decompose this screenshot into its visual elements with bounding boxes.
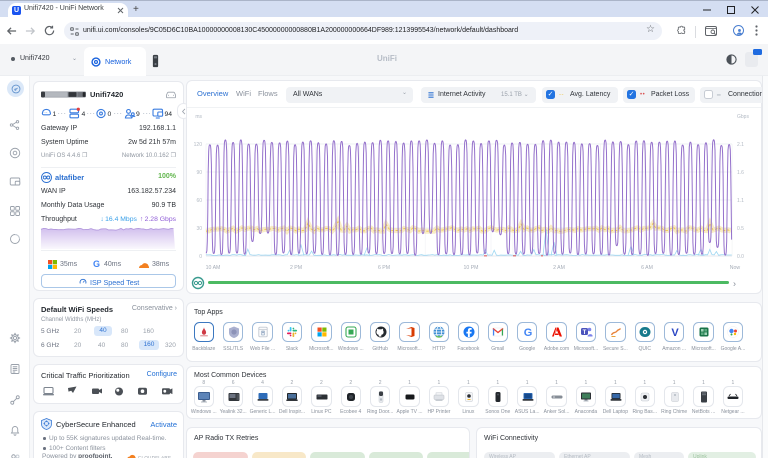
svg-text:6 PM: 6 PM	[378, 265, 390, 271]
svg-text:T: T	[583, 330, 587, 336]
svg-text:1.6: 1.6	[737, 170, 744, 176]
svg-text:60: 60	[196, 198, 202, 204]
svg-text:6 AM: 6 AM	[641, 265, 653, 271]
svg-text:1: 1	[53, 111, 57, 118]
svg-text:9: 9	[136, 111, 140, 118]
svg-text:10 AM: 10 AM	[206, 265, 221, 271]
svg-text:2 PM: 2 PM	[290, 265, 302, 271]
svg-text:›: ›	[733, 279, 736, 289]
svg-text:V: V	[671, 327, 679, 339]
svg-text:0: 0	[108, 111, 112, 118]
svg-text:0.0: 0.0	[737, 254, 744, 260]
svg-text:0: 0	[199, 254, 202, 260]
svg-text:ms: ms	[195, 114, 202, 120]
svg-text:Now: Now	[730, 265, 741, 271]
svg-text:0.5: 0.5	[737, 226, 744, 232]
svg-text:10 PM: 10 PM	[464, 265, 479, 271]
svg-text:2 AM: 2 AM	[553, 265, 565, 271]
svg-text:G: G	[523, 327, 532, 339]
svg-text:2.1: 2.1	[737, 142, 744, 148]
svg-text:90: 90	[196, 170, 202, 176]
svg-text:30: 30	[196, 226, 202, 232]
svg-text:4: 4	[82, 111, 86, 118]
svg-text:Gbps: Gbps	[737, 114, 749, 120]
svg-text:94: 94	[165, 111, 173, 118]
svg-text:120: 120	[194, 142, 203, 148]
svg-text:1.1: 1.1	[737, 198, 744, 204]
